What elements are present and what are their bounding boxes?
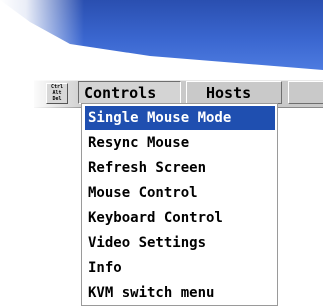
ctrl-alt-del-button[interactable]: Ctrl Alt Del [46,83,68,104]
menu-item-mouse-control[interactable]: Mouse Control [85,181,275,205]
menu-item-resync-mouse[interactable]: Resync Mouse [85,131,275,155]
menu-item-keyboard-control[interactable]: Keyboard Control [85,206,275,230]
controls-dropdown-menu: Single Mouse Mode Resync Mouse Refresh S… [81,103,278,306]
tab-hosts[interactable]: Hosts [186,81,282,104]
window-title-bar [0,0,323,70]
ctrl-alt-del-line: Del [52,96,62,102]
menu-item-refresh-screen[interactable]: Refresh Screen [85,156,275,180]
menu-item-info[interactable]: Info [85,256,275,280]
menu-item-single-mouse-mode[interactable]: Single Mouse Mode [85,106,275,130]
tab-more[interactable] [288,81,323,104]
menu-item-kvm-switch-menu[interactable]: KVM switch menu [85,281,275,305]
menu-item-video-settings[interactable]: Video Settings [85,231,275,255]
tab-controls[interactable]: Controls [78,81,181,104]
